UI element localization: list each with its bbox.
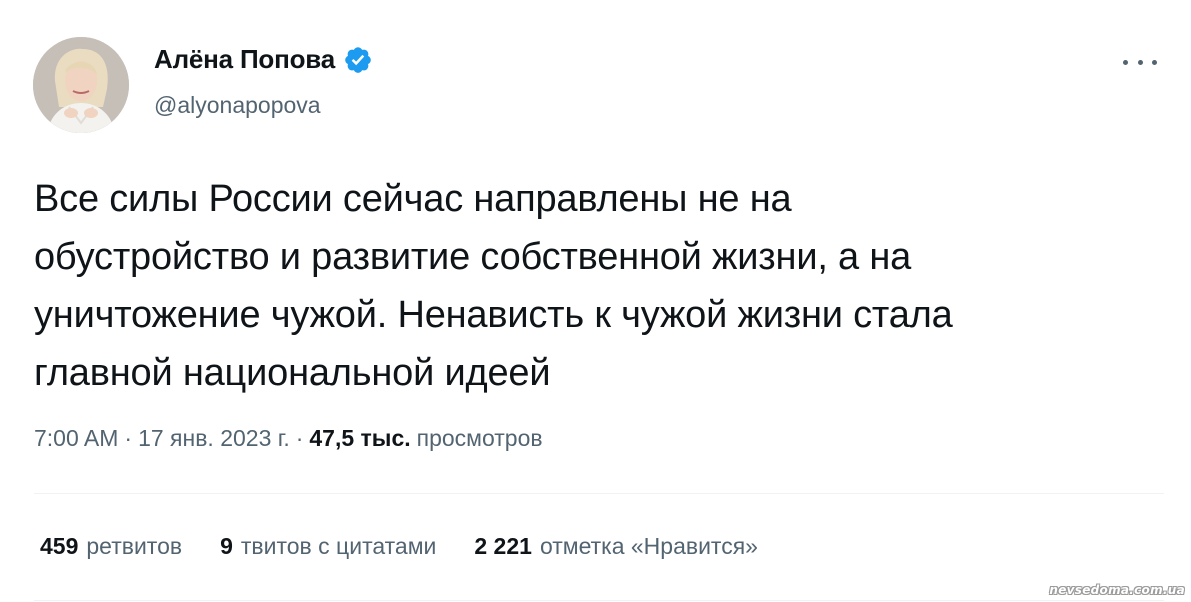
more-dots-icon[interactable] — [1123, 50, 1157, 74]
dot — [1137, 59, 1143, 65]
tweet-text: Все силы России сейчас направлены не на … — [34, 178, 953, 394]
quotes-count: 9 — [220, 533, 233, 559]
divider — [34, 600, 1164, 601]
display-name[interactable]: Алёна Попова — [154, 44, 335, 75]
avatar-photo — [33, 37, 129, 133]
quotes-label: твитов с цитатами — [240, 533, 437, 559]
retweets-stat[interactable]: 459 ретвитов — [40, 533, 182, 560]
meta-separator: · — [124, 425, 133, 451]
tweet-date[interactable]: 17 янв. 2023 г. — [138, 425, 290, 452]
tweet-card: Алёна Попова @alyonapopova Все силы Росс… — [0, 0, 1191, 602]
watermark: nevsedoma.com.ua — [1049, 583, 1185, 597]
views-label: просмотров — [416, 425, 543, 451]
tweet-stats: 459 ретвитов 9 твитов с цитатами 2 221 о… — [40, 533, 758, 560]
tweet-meta: 7:00 AM · 17 янв. 2023 г. · 47,5 тыс. пр… — [34, 425, 543, 452]
divider — [34, 493, 1164, 494]
quotes-stat[interactable]: 9 твитов с цитатами — [220, 533, 436, 560]
retweets-label: ретвитов — [86, 533, 183, 559]
author-handle[interactable]: @alyonapopova — [154, 92, 321, 119]
dot — [1123, 59, 1128, 65]
verified-badge-icon — [345, 46, 371, 73]
author-name-row: Алёна Попова — [154, 44, 373, 75]
tweet-time[interactable]: 7:00 AM — [34, 425, 118, 452]
retweets-count: 459 — [40, 533, 79, 559]
likes-count: 2 221 — [474, 533, 532, 559]
likes-label: отметка «Нравится» — [539, 533, 758, 559]
meta-separator: · — [295, 425, 304, 451]
likes-stat[interactable]: 2 221 отметка «Нравится» — [474, 533, 758, 560]
views-count: 47,5 тыс. — [309, 425, 411, 451]
dot — [1152, 59, 1157, 65]
avatar[interactable] — [33, 37, 129, 133]
